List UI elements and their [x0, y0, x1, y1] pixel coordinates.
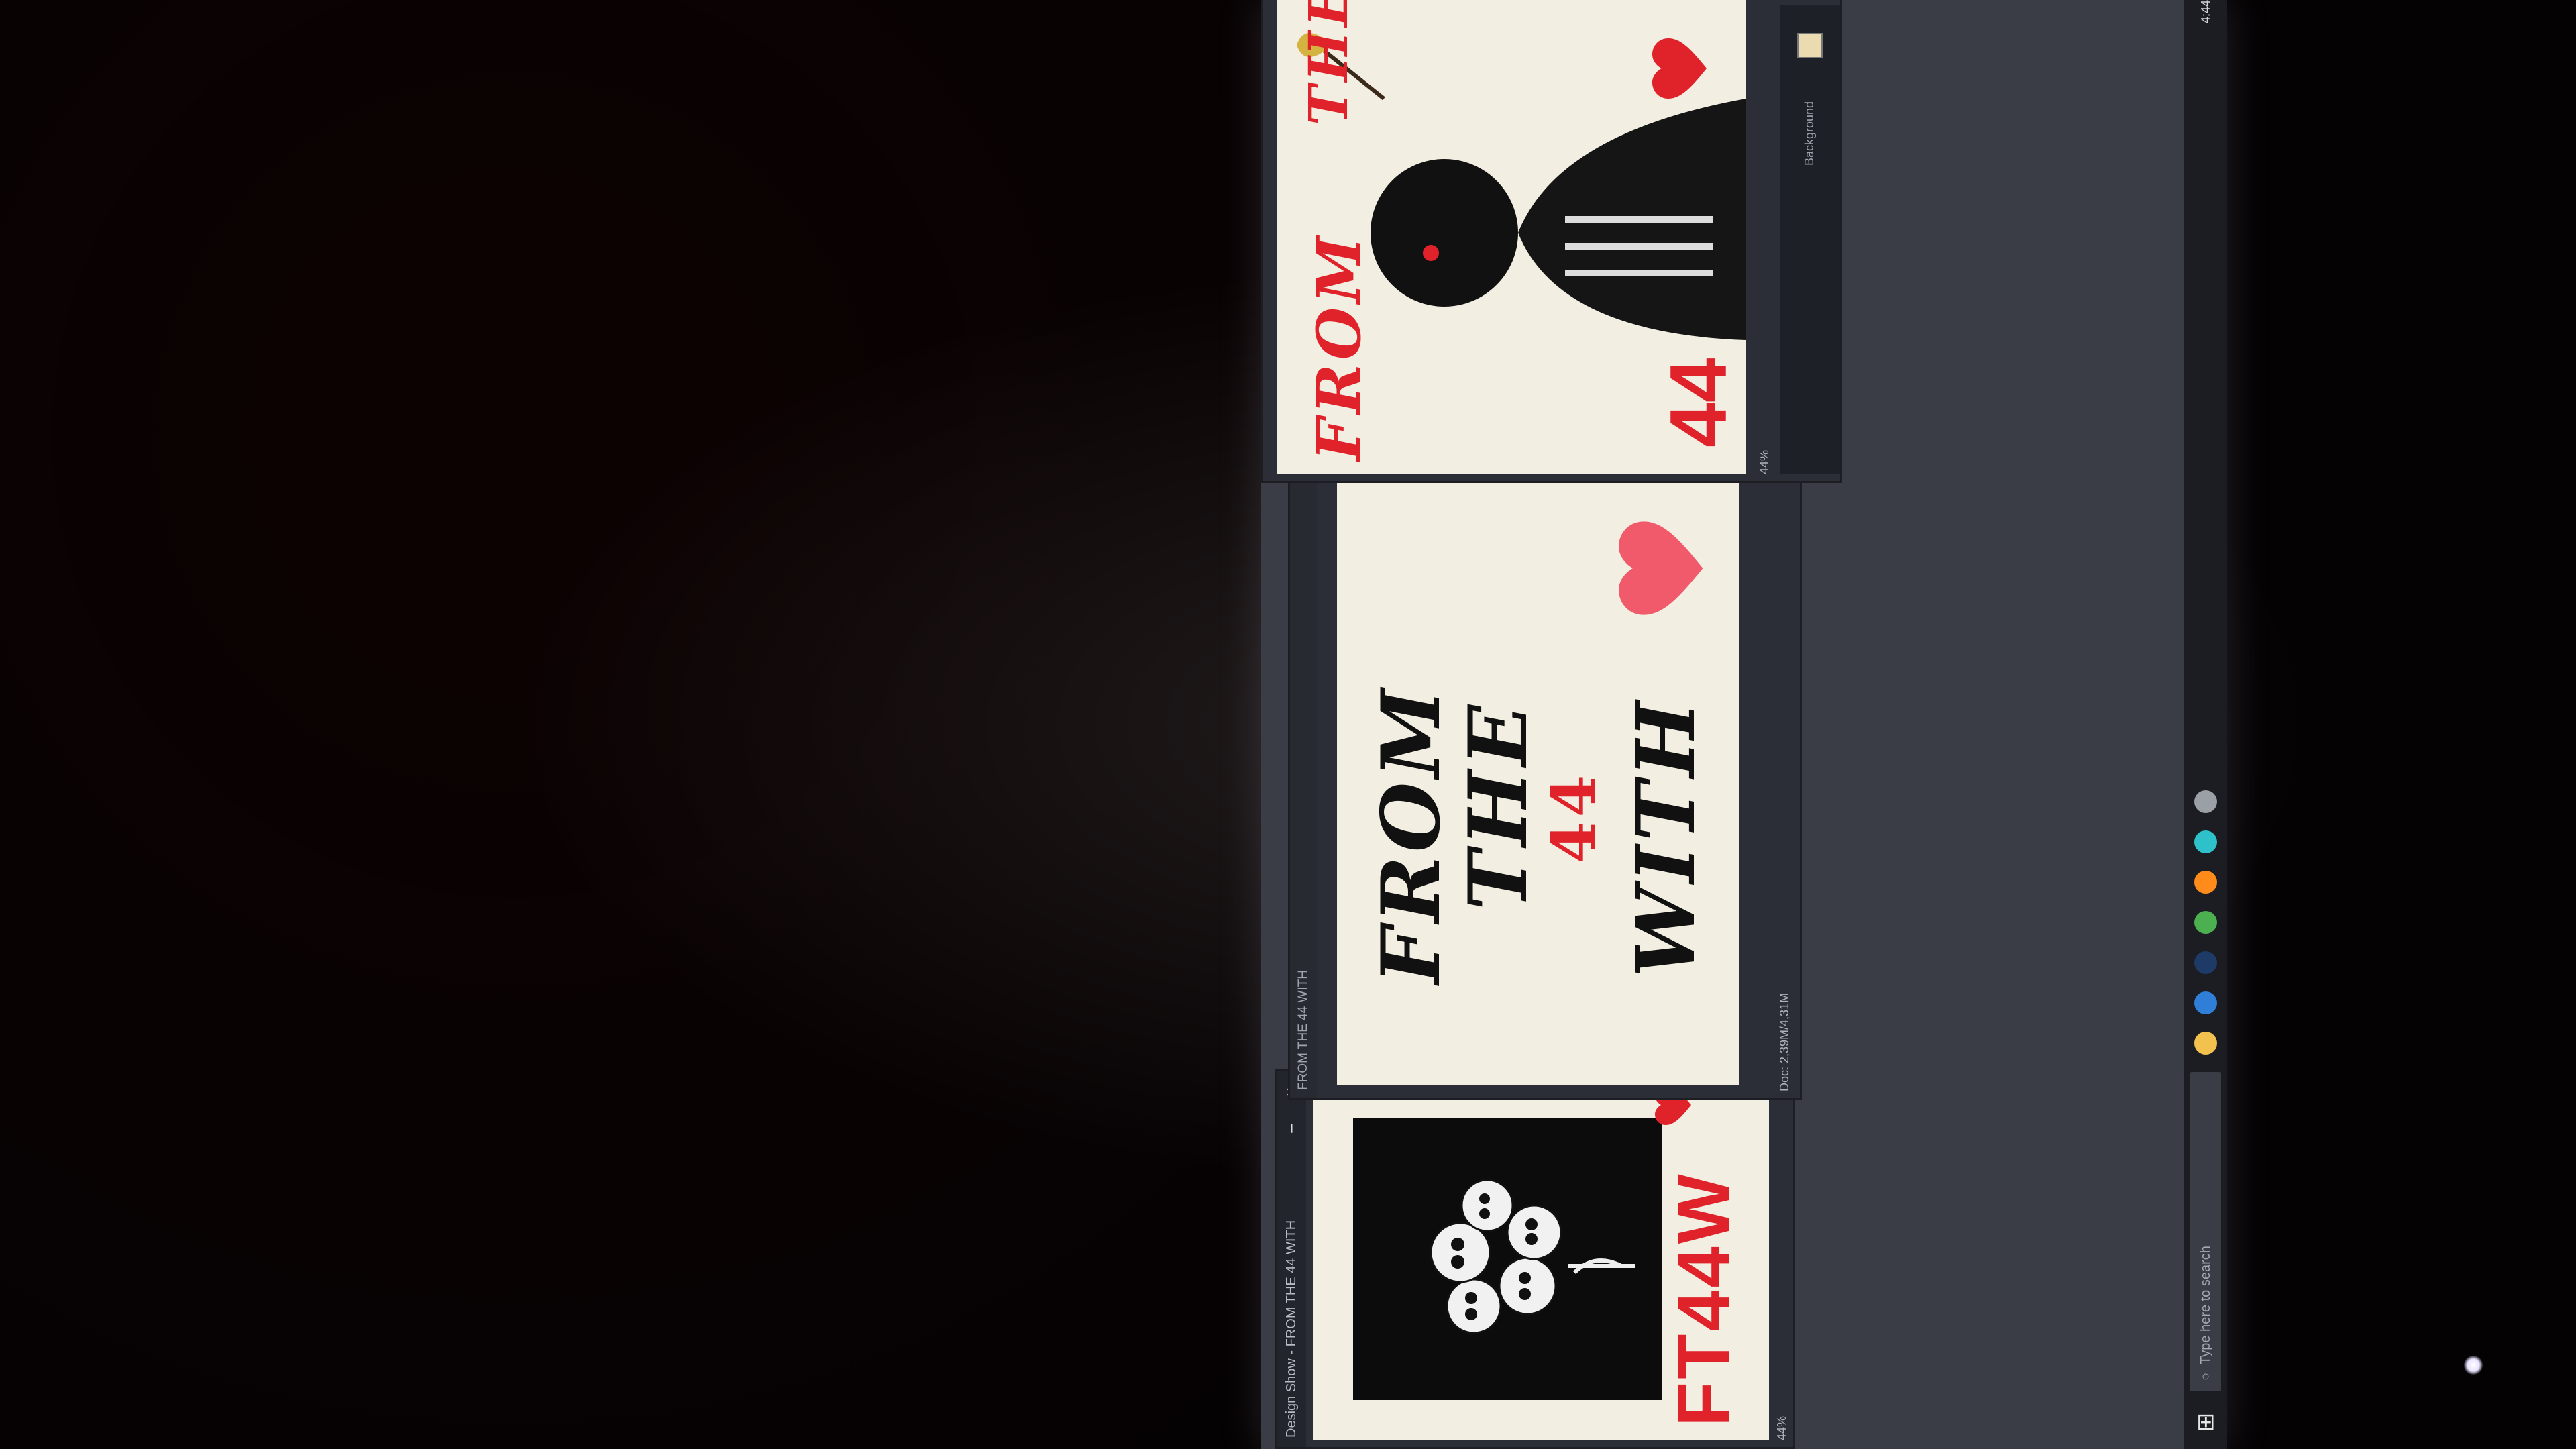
layers-panel[interactable]: Background [1780, 5, 1840, 474]
zoom-readout: 44% [1757, 449, 1771, 474]
design-canvas-left[interactable]: FT44W [1313, 1078, 1769, 1440]
poster-line-with: WITH [1619, 697, 1713, 977]
zoom-readout: 44% [1774, 1415, 1788, 1440]
heart-icon [1652, 38, 1707, 99]
document-tab[interactable]: FROM THE 44 WITH [1290, 970, 1317, 1090]
design-window-left[interactable]: Design Show - FROM THE 44 WITH – × [1275, 1069, 1795, 1449]
poster-script-from: FROM [1303, 232, 1375, 461]
search-placeholder: Type here to search [2198, 1246, 2213, 1364]
status-bar: 44% [1753, 450, 1776, 481]
clock[interactable]: 4:44 [2199, 0, 2213, 23]
taskbar: ⊞ ○ Type here to search 4:44 [2184, 0, 2227, 1449]
search-icon: ○ [2198, 1372, 2213, 1381]
window-titlebar[interactable]: Design Show - FROM THE 44 WITH – × [1277, 1071, 1306, 1447]
settings-icon[interactable] [2194, 790, 2217, 813]
layer-name: Background [1803, 101, 1816, 166]
windows-start-icon[interactable]: ⊞ [2192, 1409, 2219, 1436]
desktop: Design Show - FROM THE 44 WITH – × [1261, 0, 2227, 1449]
status-bar: 44% [1770, 1416, 1793, 1447]
design-window-right[interactable]: FROM 44 THE 44% Background [1261, 0, 1842, 483]
chrome-icon[interactable] [2194, 911, 2217, 934]
monitor-screen: Design Show - FROM THE 44 WITH – × [1261, 0, 2227, 1449]
skull-illustration [1430, 1179, 1635, 1334]
poster-number: 44 [1654, 358, 1743, 447]
window-title: Design Show - FROM THE 44 WITH [1283, 1220, 1299, 1438]
status-bar: Doc: 2,39M/4,31M [1773, 993, 1796, 1098]
heart-icon [1619, 521, 1703, 615]
poster-left [1353, 1118, 1662, 1400]
photoshop-icon[interactable] [2194, 951, 2217, 974]
poster-line-from: FROM [1364, 684, 1458, 984]
app-icon[interactable] [2194, 830, 2217, 853]
firefox-icon[interactable] [2194, 871, 2217, 894]
taskbar-apps [2194, 790, 2217, 1055]
minimize-button[interactable]: – [1282, 1117, 1301, 1140]
tool-strip: FROM THE 44 WITH [1290, 439, 1317, 1098]
design-canvas-middle[interactable]: FROM THE 44 WITH [1337, 454, 1739, 1085]
poster-line-44: 44 [1538, 771, 1609, 863]
brand-text: FT44W [1663, 1171, 1746, 1427]
poster-line-the: THE [1451, 700, 1546, 910]
poster-script-the: THE [1297, 0, 1360, 125]
folder-icon[interactable] [2194, 1032, 2217, 1055]
background-layer-thumbnail[interactable] [1797, 33, 1823, 58]
taskbar-search[interactable]: ○ Type here to search [2190, 1072, 2221, 1391]
design-canvas-right[interactable]: FROM 44 THE [1277, 0, 1746, 474]
document-size: Doc: 2,39M/4,31M [1777, 992, 1791, 1091]
store-icon[interactable] [2194, 991, 2217, 1014]
light-reflection [2464, 1356, 2483, 1375]
system-tray: 4:44 [2184, 0, 2227, 23]
design-window-middle[interactable]: FROM THE 44 WITH FROM THE 44 WITH Doc: 2… [1288, 439, 1802, 1100]
